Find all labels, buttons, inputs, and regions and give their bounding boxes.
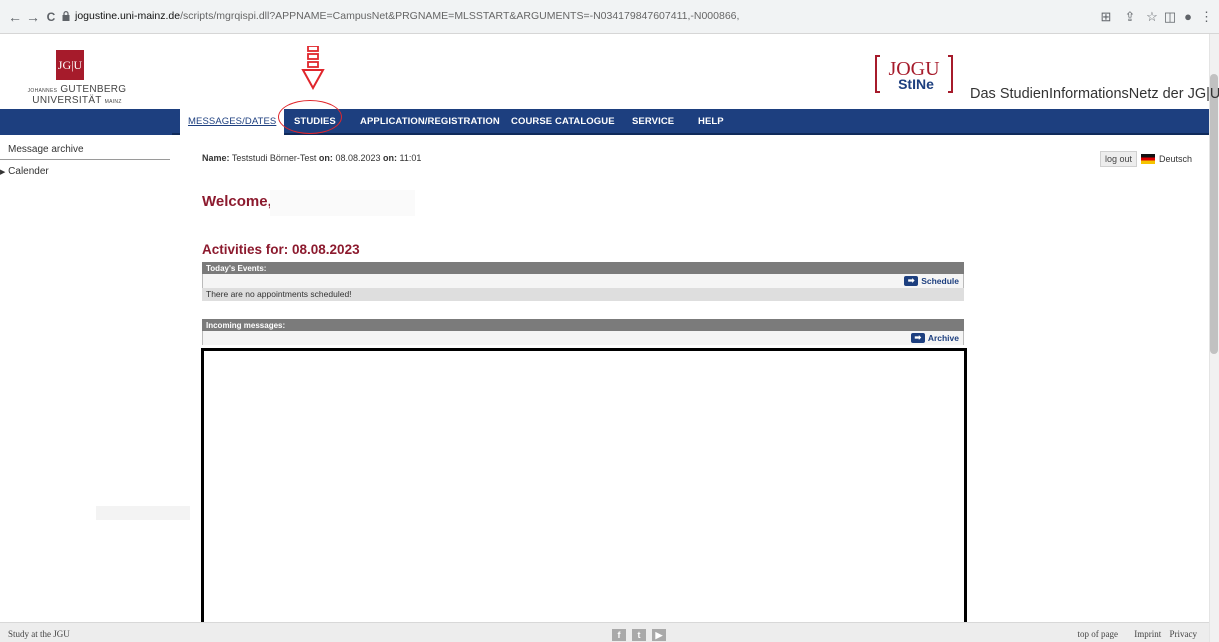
panel-toolbar: ➡ Schedule [202,274,964,288]
university-name: JOHANNES GUTENBERG UNIVERSITÄT MAINZ [22,85,132,107]
study-at-jgu-link[interactable]: Study at the JGU [8,629,70,639]
redacted-area [96,506,190,520]
site-header: JG|U JOHANNES GUTENBERG UNIVERSITÄT MAIN… [0,34,1219,114]
reload-button[interactable]: C [44,9,58,25]
scrollbar-thumb[interactable] [1210,74,1218,354]
jgu-prefix: JOHANNES [27,88,58,94]
no-appointments-text: There are no appointments scheduled! [202,288,964,301]
tab-messages-dates[interactable]: MESSAGES/DATES [180,109,285,135]
browser-toolbar: ← → C jogustine.uni-mainz.de/scripts/mgr… [0,0,1219,34]
translate-icon[interactable]: ⊞ [1098,9,1114,25]
welcome-heading: Welcome, [202,193,272,210]
social-links: f t ▶ [612,629,666,641]
sidebar: Message archive ▶ Calender [0,137,190,622]
red-arrow-annotation-icon [301,46,325,90]
jgu-suffix: MAINZ [104,99,122,105]
archive-link[interactable]: ➡ Archive [910,333,959,343]
lock-icon [62,11,70,21]
activities-heading: Activities for: 08.08.2023 [202,242,360,257]
logout-button[interactable]: log out [1100,151,1138,167]
login-time: 11:01 [399,153,422,163]
incoming-messages-panel: Incoming messages: ➡ Archive [202,319,964,345]
sidebar-item-calender[interactable]: ▶ Calender [0,166,49,177]
user-info-line: Name: Teststudi Börner-Test on: 08.08.20… [202,153,421,163]
on-label-2: on: [383,153,397,163]
tab-application-registration[interactable]: APPLICATION/REGISTRATION [360,116,500,127]
profile-avatar-icon[interactable]: ● [1180,9,1196,25]
browser-menu-icon[interactable]: ⋮ [1200,9,1213,25]
session-controls: log out Deutsch [1100,151,1192,167]
sidebar-item-label: Calender [8,166,49,177]
tab-help[interactable]: HELP [698,116,724,127]
tab-course-catalogue[interactable]: COURSE CATALOGUE [511,116,615,127]
archive-label: Archive [927,333,959,343]
jogu-logo-bottom: StINe [898,76,934,92]
footer-links: top of page Imprint Privacy [1064,629,1198,639]
tab-studies[interactable]: STUDIES [294,116,336,127]
tab-service[interactable]: SERVICE [632,116,674,127]
share-icon[interactable]: ⇪ [1122,9,1138,25]
url-host: jogustine.uni-mainz.de [75,10,181,22]
language-switch[interactable]: Deutsch [1159,154,1192,164]
side-panel-icon[interactable]: ◫ [1162,9,1178,25]
youtube-icon[interactable]: ▶ [652,629,666,641]
login-date: 08.08.2023 [335,153,381,163]
name-label: Name: [202,153,230,163]
panel-header: Incoming messages: [202,319,964,331]
arrow-right-icon: ➡ [904,276,919,286]
site-title: Das StudienInformationsNetz der JG|U [970,86,1219,102]
imprint-link[interactable]: Imprint [1134,629,1161,639]
privacy-link[interactable]: Privacy [1170,629,1198,639]
jgu-line2: UNIVERSITÄT [32,95,102,106]
nav-left-block [0,109,172,135]
sidebar-item-message-archive[interactable]: Message archive [8,144,84,155]
address-bar[interactable]: jogustine.uni-mainz.de/scripts/mgrqispi.… [75,10,739,22]
twitter-icon[interactable]: t [632,629,646,641]
page-scrollbar[interactable] [1209,34,1219,642]
jgu-line1: GUTENBERG [60,84,127,95]
main-navigation: MESSAGES/DATES STUDIES APPLICATION/REGIS… [0,109,1209,135]
facebook-icon[interactable]: f [612,629,626,641]
redacted-messages-box [201,348,967,629]
german-flag-icon[interactable] [1141,154,1156,164]
page-footer: Study at the JGU f t ▶ top of page Impri… [0,622,1209,642]
redacted-name [270,190,415,216]
top-of-page-link[interactable]: top of page [1078,629,1119,639]
panel-toolbar: ➡ Archive [202,331,964,345]
forward-button[interactable]: → [26,9,40,25]
jgu-logo[interactable]: JG|U [56,50,84,80]
back-button[interactable]: ← [8,9,22,25]
panel-header: Today's Events: [202,262,964,274]
url-path: /scripts/mgrqispi.dll?APPNAME=CampusNet&… [180,10,740,22]
todays-events-panel: Today's Events: ➡ Schedule There are no … [202,262,964,301]
on-label: on: [318,153,333,163]
user-name: Teststudi Börner-Test [231,153,317,163]
schedule-label: Schedule [921,276,959,286]
sidebar-divider [0,159,170,160]
jogustine-logo[interactable]: JOGU StINe [874,52,954,96]
arrow-right-icon: ➡ [910,333,925,343]
schedule-link[interactable]: ➡ Schedule [904,276,959,286]
expand-triangle-icon: ▶ [0,169,6,176]
bookmark-star-icon[interactable]: ☆ [1144,9,1160,25]
